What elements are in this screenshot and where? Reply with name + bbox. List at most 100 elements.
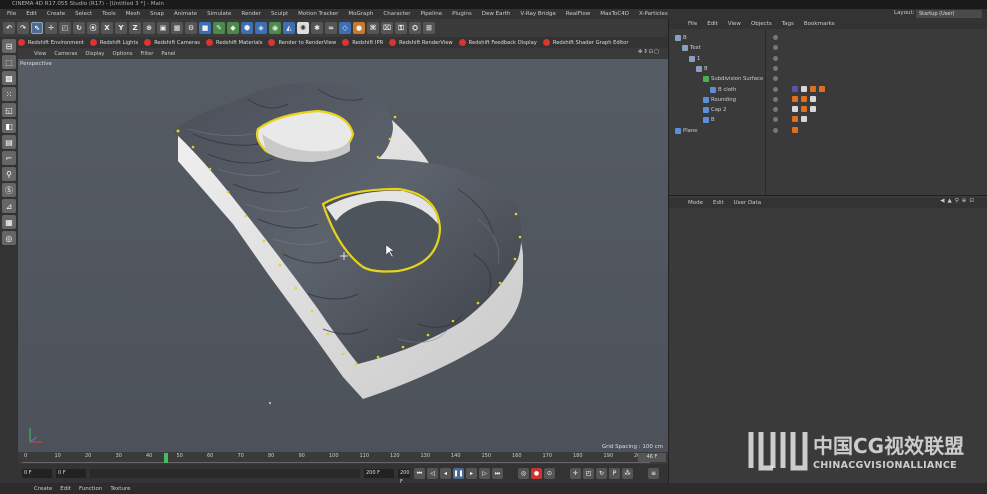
tool-extra4-icon[interactable]: ⛭ [409,22,421,34]
menu-maxtoc4d[interactable]: MaxToC4D [595,11,634,17]
key-param-icon[interactable]: P [609,468,620,479]
menu-tools[interactable]: Tools [97,11,121,17]
mat-menu-create[interactable]: Create [30,486,56,492]
om-menu-file[interactable]: File [683,21,702,27]
om-menu-view[interactable]: View [723,21,746,27]
menu-x-particles[interactable]: X-Particles [634,11,673,17]
menu-motion-tracker[interactable]: Motion Tracker [293,11,343,17]
redshift-btn-redshift-ipr[interactable]: Redshift IPR [342,39,383,46]
rotate-tool-icon[interactable]: ↻ [73,22,85,34]
render-view-icon[interactable]: ▣ [157,22,169,34]
redshift-btn-redshift-lights[interactable]: Redshift Lights [89,39,138,46]
tag-icon[interactable] [819,85,825,92]
om-menu-bookmarks[interactable]: Bookmarks [799,21,840,27]
redshift-btn-redshift-feedback-display[interactable]: Redshift Feedback Display [458,39,537,46]
record-icon[interactable]: ● [531,468,542,479]
menu-sculpt[interactable]: Sculpt [266,11,293,17]
end-frame-field[interactable]: 200 F [364,469,394,478]
redo-icon[interactable]: ↷ [17,22,29,34]
vp-menu-filter[interactable]: Filter [137,51,158,57]
menu-pipeline[interactable]: Pipeline [416,11,448,17]
planar-workplane-icon[interactable]: ◎ [2,231,16,245]
prev-key-icon[interactable]: ◁ [427,468,438,479]
spline-pen-icon[interactable]: ✎ [213,22,225,34]
points-mode-icon[interactable]: ⁙ [2,87,16,101]
om-menu-tags[interactable]: Tags [777,21,799,27]
model-mode-icon[interactable]: ⬚ [2,55,16,69]
object-row[interactable]: B [669,33,987,43]
camera-icon[interactable]: ◭ [283,22,295,34]
y-axis-toggle[interactable]: Y [115,22,127,34]
range-slider[interactable] [90,469,360,478]
xparticles-icon[interactable]: ✱ [311,22,323,34]
x-axis-toggle[interactable]: X [101,22,113,34]
menu-render[interactable]: Render [236,11,266,17]
scale-tool-icon[interactable]: ◰ [59,22,71,34]
object-row[interactable]: B [669,115,987,125]
select-tool-icon[interactable]: ⇖ [31,22,43,34]
end-frame-field2[interactable]: 200 F [398,469,410,485]
plugin-icon[interactable]: ● [353,22,365,34]
object-row[interactable]: B cloth [669,85,987,95]
visibility-dot-icon[interactable] [773,65,778,71]
menu-animate[interactable]: Animate [169,11,202,17]
menu-v-ray-bridge[interactable]: V-Ray Bridge [515,11,560,17]
snap-icon[interactable]: Ⓢ [2,183,16,197]
texture-mode-icon[interactable]: ▩ [2,71,16,85]
menu-realflow[interactable]: RealFlow [561,11,595,17]
tag-icon[interactable] [792,106,798,113]
tag-icon[interactable] [792,95,798,102]
am-menu-edit[interactable]: Edit [708,200,729,206]
tag-icon[interactable] [801,106,807,113]
move-tool-icon[interactable]: ✛ [45,22,57,34]
goto-end-icon[interactable]: ⏭ [492,468,503,479]
viewport-nav-icons[interactable]: ✥⇕⊡▢ [634,49,664,55]
attribute-nav-icons[interactable]: ◀▲⚲⊕⊡ [935,198,982,204]
array-icon[interactable]: ⬢ [241,22,253,34]
menu-create[interactable]: Create [42,11,70,17]
redshift-btn-render-to-renderview[interactable]: Render to RenderView [268,39,336,46]
redshift-btn-redshift-renderview[interactable]: Redshift RenderView [389,39,453,46]
om-menu-edit[interactable]: Edit [702,21,723,27]
tool-extra2-icon[interactable]: ⌧ [381,22,393,34]
menu-mograph[interactable]: MoGraph [343,11,378,17]
environment-icon[interactable]: ◉ [269,22,281,34]
object-row[interactable]: B [669,64,987,74]
visibility-dot-icon[interactable] [773,127,778,133]
tag-icon[interactable] [792,85,798,92]
tag-icon[interactable] [810,85,816,92]
key-move-icon[interactable]: ✛ [570,468,581,479]
tag-icon[interactable] [801,95,807,102]
am-menu-userdata[interactable]: User Data [729,200,766,206]
prev-frame-icon[interactable]: ◂ [440,468,451,479]
autokey-icon[interactable]: ⊙ [544,468,555,479]
redshift-btn-redshift-materials[interactable]: Redshift Materials [205,39,262,46]
start-frame-field[interactable]: 0 F [56,469,86,478]
mat-menu-texture[interactable]: Texture [106,486,134,492]
undo-icon[interactable]: ↶ [3,22,15,34]
menu-plugins[interactable]: Plugins [447,11,477,17]
deformer-icon[interactable]: ◈ [255,22,267,34]
am-menu-mode[interactable]: Mode [683,200,708,206]
workplane-icon[interactable]: ⊿ [2,199,16,213]
locked-workplane-icon[interactable]: ▦ [2,215,16,229]
uv-mode-icon[interactable]: ▤ [2,135,16,149]
object-row[interactable]: Cap 2 [669,105,987,115]
polygons-mode-icon[interactable]: ◧ [2,119,16,133]
key-pla-icon[interactable]: ⁂ [622,468,633,479]
edges-mode-icon[interactable]: ◱ [2,103,16,117]
render-settings-icon[interactable]: ⚙ [185,22,197,34]
realflow-icon[interactable]: ≈ [325,22,337,34]
vp-menu-display[interactable]: Display [81,51,108,57]
vp-menu-panel[interactable]: Panel [157,51,179,57]
visibility-dot-icon[interactable] [773,35,778,40]
object-row[interactable]: Subdivision Surface [669,74,987,84]
next-key-icon[interactable]: ▷ [479,468,490,479]
timeline-menu-icon[interactable]: ≡ [648,468,659,479]
tool-extra3-icon[interactable]: ⚿ [395,22,407,34]
enable-axis-icon[interactable]: ⌐ [2,151,16,165]
redshift-btn-redshift-cameras[interactable]: Redshift Cameras [144,39,200,46]
menu-snap[interactable]: Snap [145,11,169,17]
object-row[interactable]: Text [669,43,987,53]
menu-character[interactable]: Character [378,11,415,17]
